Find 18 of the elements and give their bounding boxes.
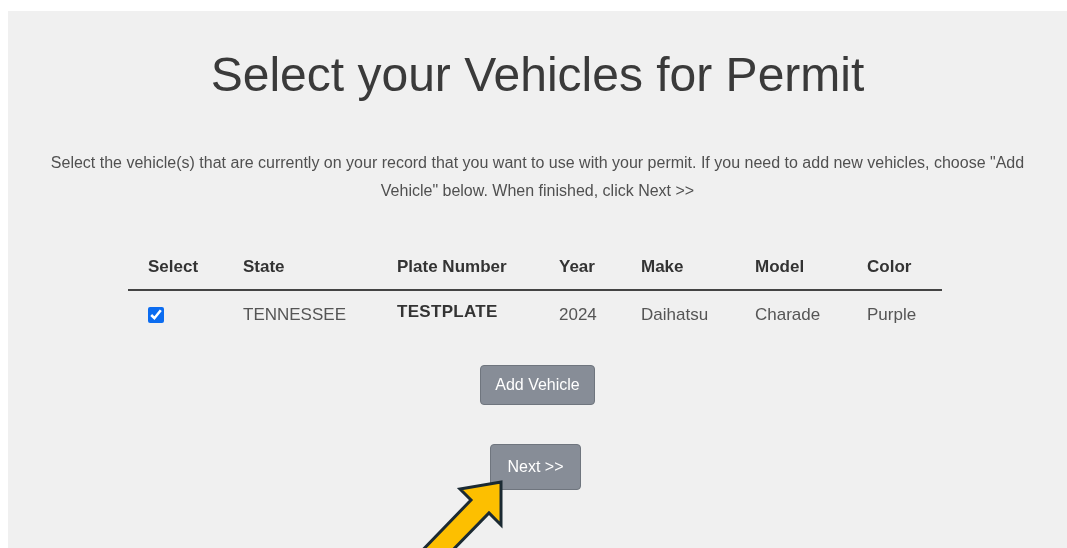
select-checkbox[interactable] <box>148 307 164 323</box>
column-header: Color <box>867 257 912 276</box>
column-header: Select <box>148 257 199 276</box>
table-cell: 2024 <box>559 305 597 324</box>
column-header: State <box>243 257 285 276</box>
page-title: Select your Vehicles for Permit <box>210 47 865 103</box>
table-cell: Daihatsu <box>641 305 709 324</box>
table-cell: Charade <box>755 305 821 324</box>
instructions-text: Select the vehicle(s) that are currently on your record that you want to use with your permit. If you need to add new vehicles, choose "Add Vehicle" below. When finished, click Next >> <box>49 153 1026 201</box>
table-cell: TESTPLATE <box>397 302 498 321</box>
add-vehicle-button[interactable]: Add Vehicle <box>480 365 595 405</box>
column-header: Plate Number <box>397 257 507 276</box>
column-header: Model <box>755 257 805 276</box>
column-header: Make <box>641 257 684 276</box>
table-cell: TENNESSEE <box>243 305 346 324</box>
next-button[interactable]: Next >> <box>490 444 581 490</box>
table-cell: Purple <box>867 305 917 324</box>
column-header: Year <box>559 257 595 276</box>
